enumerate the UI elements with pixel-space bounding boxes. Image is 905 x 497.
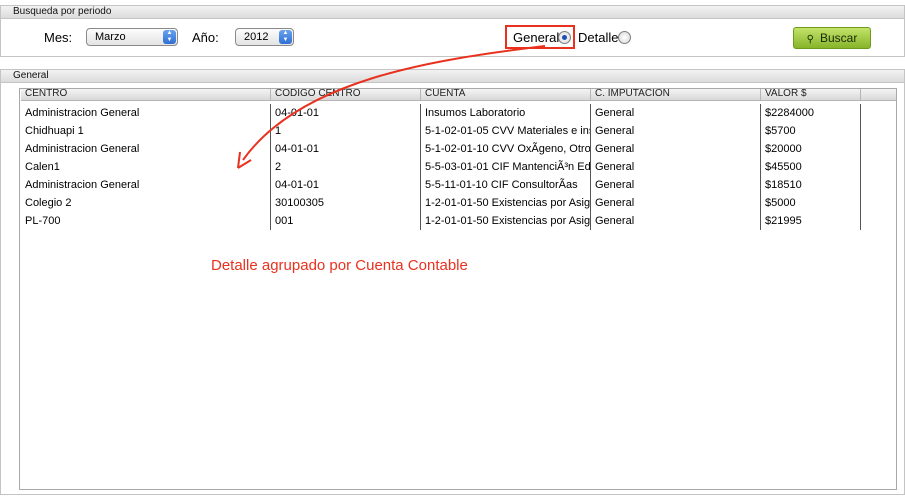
cell-centro: Administracion General (21, 176, 271, 194)
mes-label: Mes: (44, 30, 73, 45)
data-grid: CENTRO CODIGO CENTRO CUENTA C. IMPUTACIO… (19, 88, 897, 490)
radio-general[interactable] (558, 31, 571, 44)
table-row[interactable]: Administracion General 04-01-01 5-5-11-0… (21, 176, 861, 194)
cell-centro: Calen1 (21, 158, 271, 176)
cell-c-imputacion: General (591, 122, 761, 140)
cell-cuenta: 1-2-01-01-50 Existencias por Asig (421, 194, 591, 212)
column-header-centro[interactable]: CENTRO (21, 89, 271, 100)
cell-c-imputacion: General (591, 194, 761, 212)
cell-c-imputacion: General (591, 140, 761, 158)
cell-codigo-centro: 2 (271, 158, 421, 176)
table-row[interactable]: Administracion General 04-01-01 5-1-02-0… (21, 140, 861, 158)
table-row[interactable]: Chidhuapi 1 1 5-1-02-01-05 CVV Materiale… (21, 122, 861, 140)
cell-centro: PL-700 (21, 212, 271, 230)
column-header-cuenta[interactable]: CUENTA (421, 89, 591, 100)
anio-select[interactable]: 2012 ▲ ▼ (235, 28, 294, 46)
column-header-c-imputacion[interactable]: C. IMPUTACION (591, 89, 761, 100)
cell-c-imputacion: General (591, 158, 761, 176)
grid-header-row: CENTRO CODIGO CENTRO CUENTA C. IMPUTACIO… (21, 89, 896, 101)
cell-cuenta: Insumos Laboratorio (421, 104, 591, 122)
cell-valor: $20000 (761, 140, 861, 158)
cell-cuenta: 5-5-03-01-01 CIF MantenciÃ³n Ed (421, 158, 591, 176)
radio-general-label: General (513, 30, 560, 45)
cell-valor: $5000 (761, 194, 861, 212)
radio-detalle[interactable] (618, 31, 631, 44)
cell-codigo-centro: 04-01-01 (271, 140, 421, 158)
table-row[interactable]: Colegio 2 30100305 1-2-01-01-50 Existenc… (21, 194, 861, 212)
grid-panel-header: General (0, 69, 905, 83)
anio-label: Año: (192, 30, 219, 45)
search-icon: ⚲ (806, 34, 814, 45)
cell-c-imputacion: General (591, 104, 761, 122)
cell-centro: Administracion General (21, 140, 271, 158)
cell-valor: $5700 (761, 122, 861, 140)
mes-select-value: Marzo (95, 31, 126, 43)
cell-centro: Colegio 2 (21, 194, 271, 212)
cell-centro: Administracion General (21, 104, 271, 122)
cell-codigo-centro: 04-01-01 (271, 104, 421, 122)
table-row[interactable]: Calen1 2 5-5-03-01-01 CIF MantenciÃ³n Ed… (21, 158, 861, 176)
cell-c-imputacion: General (591, 212, 761, 230)
radio-detalle-label: Detalle (578, 30, 619, 45)
cell-valor: $18510 (761, 176, 861, 194)
cell-centro: Chidhuapi 1 (21, 122, 271, 140)
cell-codigo-centro: 04-01-01 (271, 176, 421, 194)
column-header-codigo-centro[interactable]: CODIGO CENTRO (271, 89, 421, 100)
cell-valor: $2284000 (761, 104, 861, 122)
cell-cuenta: 5-1-02-01-05 CVV Materiales e ins (421, 122, 591, 140)
table-row[interactable]: Administracion General 04-01-01 Insumos … (21, 104, 861, 122)
search-panel-header: Busqueda por periodo (0, 5, 905, 19)
cell-c-imputacion: General (591, 176, 761, 194)
buscar-button-label: Buscar (819, 31, 858, 45)
updown-arrows-icon: ▲ ▼ (279, 30, 292, 44)
updown-arrows-icon: ▲ ▼ (163, 30, 176, 44)
cell-valor: $21995 (761, 212, 861, 230)
column-header-valor[interactable]: VALOR $ (761, 89, 861, 100)
anio-select-value: 2012 (244, 31, 269, 43)
cell-valor: $45500 (761, 158, 861, 176)
cell-codigo-centro: 30100305 (271, 194, 421, 212)
table-row[interactable]: PL-700 001 1-2-01-01-50 Existencias por … (21, 212, 861, 230)
buscar-button[interactable]: ⚲ Buscar (793, 27, 871, 49)
mes-select[interactable]: Marzo ▲ ▼ (86, 28, 178, 46)
cell-cuenta: 1-2-01-01-50 Existencias por Asig (421, 212, 591, 230)
cell-codigo-centro: 001 (271, 212, 421, 230)
cell-cuenta: 5-5-11-01-10 CIF ConsultorÃ­as (421, 176, 591, 194)
cell-cuenta: 5-1-02-01-10 CVV OxÃ­geno, Otros (421, 140, 591, 158)
annotation-text: Detalle agrupado por Cuenta Contable (211, 257, 468, 274)
cell-codigo-centro: 1 (271, 122, 421, 140)
